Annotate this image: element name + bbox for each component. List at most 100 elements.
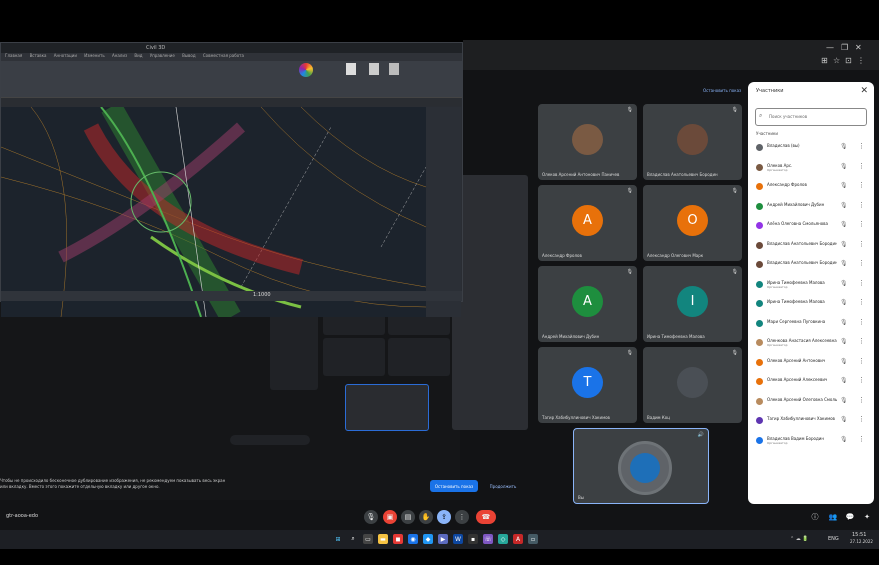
more-options-icon[interactable]: ⋮ bbox=[858, 220, 865, 228]
more-options-icon[interactable]: ⋮ bbox=[858, 318, 865, 326]
continue-button[interactable]: Продолжить bbox=[485, 480, 521, 492]
more-options-icon[interactable]: ⋮ bbox=[858, 435, 865, 443]
mic-off-icon[interactable]: 🎙 bbox=[840, 260, 848, 267]
start-icon[interactable]: ⊞ bbox=[333, 534, 343, 544]
more-options-icon[interactable]: ⋮ bbox=[455, 510, 469, 524]
participant-row[interactable]: Алёна Олеговна Смольянова 🎙 ⋮ bbox=[752, 218, 870, 233]
participant-tile[interactable]: Владислав Анатольевич Бородин 🎙 bbox=[643, 104, 742, 180]
participant-row[interactable]: Мари Сергеевна Пуговкина 🎙 ⋮ bbox=[752, 316, 870, 331]
star-icon[interactable]: ☆ bbox=[833, 56, 840, 65]
participant-row[interactable]: Тагир Хабибуллинович Хакимов 🎙 ⋮ bbox=[752, 413, 870, 428]
leave-call-icon[interactable]: ☎ bbox=[476, 510, 496, 524]
mic-off-icon[interactable]: 🎙 bbox=[840, 358, 848, 365]
clock-date[interactable]: 27.12.2022 bbox=[850, 539, 873, 544]
cad-menu-insert[interactable]: Вставка bbox=[30, 53, 47, 58]
cad-scale[interactable]: 1:1000 bbox=[253, 292, 271, 298]
more-options-icon[interactable]: ⋮ bbox=[858, 415, 865, 423]
mic-off-icon[interactable]: 🎙 bbox=[840, 241, 848, 248]
color-wheel-icon[interactable] bbox=[299, 63, 313, 77]
cad-menu-analyze[interactable]: Анализ bbox=[112, 53, 127, 58]
participant-row[interactable]: Владислав (вы) 🎙 ⋮ bbox=[752, 140, 870, 155]
participant-tile[interactable]: А Александр Фролов 🎙 bbox=[538, 185, 637, 261]
file-explorer-icon[interactable]: ▬ bbox=[378, 534, 388, 544]
participant-row[interactable]: Олеков Арсений Антонович 🎙 ⋮ bbox=[752, 355, 870, 370]
chrome-icon[interactable]: ◉ bbox=[408, 534, 418, 544]
participant-tile[interactable]: Олеков Арсений Антонович Паничев 🎙 bbox=[538, 104, 637, 180]
participant-tile[interactable]: О Александр Олегович Марк 🎙 bbox=[643, 185, 742, 261]
cad-menu-output[interactable]: Вывод bbox=[182, 53, 195, 58]
more-options-icon[interactable]: ⋮ bbox=[858, 162, 865, 170]
people-icon[interactable]: 👥 bbox=[826, 510, 840, 524]
participant-row[interactable]: Александр Фролов 🎙 ⋮ bbox=[752, 179, 870, 194]
participant-row[interactable]: Олеков Арсений Алексеевич 🎙 ⋮ bbox=[752, 374, 870, 389]
app-gray-icon[interactable]: ▫ bbox=[528, 534, 538, 544]
participant-row[interactable]: Ирина Тимофеевна Малова Организатор 🎙 ⋮ bbox=[752, 277, 870, 292]
participant-tile[interactable]: І Ирина Тимофеевна Малова 🎙 bbox=[643, 266, 742, 342]
cad-drawing-canvas[interactable] bbox=[1, 107, 426, 317]
stop-sharing-button[interactable]: Остановить показ bbox=[430, 480, 478, 492]
app-red-icon[interactable]: ◼ bbox=[393, 534, 403, 544]
language-indicator[interactable]: ENG bbox=[828, 536, 839, 542]
more-options-icon[interactable]: ⋮ bbox=[858, 259, 865, 267]
tray-icons[interactable]: ⌃ ☁ 🔋 bbox=[790, 536, 809, 542]
mic-off-icon[interactable]: 🎙 bbox=[840, 143, 848, 150]
cad-menu-modify[interactable]: Изменить bbox=[84, 53, 105, 58]
participant-row[interactable]: Ирина Тимофеевна Малова 🎙 ⋮ bbox=[752, 296, 870, 311]
close-icon[interactable]: ✕ bbox=[855, 43, 862, 52]
mic-off-icon[interactable]: 🎙 bbox=[840, 436, 848, 443]
more-options-icon[interactable]: ⋮ bbox=[858, 396, 865, 404]
more-options-icon[interactable]: ⋮ bbox=[858, 337, 865, 345]
stop-presenting-link[interactable]: Остановить показ bbox=[703, 88, 741, 93]
activities-icon[interactable]: ✦ bbox=[860, 510, 874, 524]
more-options-icon[interactable]: ⋮ bbox=[858, 240, 865, 248]
cad-menu-home[interactable]: Главная bbox=[5, 53, 22, 58]
app-teal-icon[interactable]: ◇ bbox=[498, 534, 508, 544]
participant-tile[interactable]: Т Тагир Хабибуллинович Хакимов 🎙 bbox=[538, 347, 637, 423]
captions-icon[interactable]: ▤ bbox=[401, 510, 415, 524]
more-options-icon[interactable]: ⋮ bbox=[858, 181, 865, 189]
more-options-icon[interactable]: ⋮ bbox=[858, 298, 865, 306]
app-blue-icon[interactable]: ◆ bbox=[423, 534, 433, 544]
cad-menu-annotate[interactable]: Аннотации bbox=[54, 53, 77, 58]
participant-row[interactable]: Оленкова Анастасия Алексеевна Организатор… bbox=[752, 335, 870, 350]
participant-tile[interactable]: Вадим Коц 🎙 bbox=[643, 347, 742, 423]
more-options-icon[interactable]: ⋮ bbox=[858, 142, 865, 150]
participant-tile[interactable]: А Андрей Михайлович Дубин 🎙 bbox=[538, 266, 637, 342]
restore-icon[interactable]: ❐ bbox=[841, 43, 848, 52]
mic-off-icon[interactable]: 🎙 bbox=[840, 299, 848, 306]
mic-off-icon[interactable]: 🎙 bbox=[840, 416, 848, 423]
mic-off-icon[interactable]: 🎙 bbox=[840, 280, 848, 287]
mic-off-icon[interactable]: 🎙 bbox=[840, 338, 848, 345]
microphone-icon[interactable]: 🎙 bbox=[364, 510, 378, 524]
close-panel-icon[interactable]: ✕ bbox=[860, 86, 868, 96]
more-options-icon[interactable]: ⋮ bbox=[858, 201, 865, 209]
mic-off-icon[interactable]: 🎙 bbox=[840, 319, 848, 326]
participant-row[interactable]: Олеков Арс. Организатор 🎙 ⋮ bbox=[752, 160, 870, 175]
cad-menu-collaborate[interactable]: Совместная работа bbox=[203, 53, 244, 58]
menu-dots-icon[interactable]: ⋮ bbox=[857, 56, 865, 65]
minimize-icon[interactable]: — bbox=[826, 43, 834, 52]
app-dark-icon[interactable]: ▪ bbox=[468, 534, 478, 544]
cad-window[interactable]: Civil 3D Главная Вставка Аннотации Измен… bbox=[0, 42, 463, 317]
participant-row[interactable]: Владислав Анатольевич Бородин 🎙 ⋮ bbox=[752, 238, 870, 253]
mic-off-icon[interactable]: 🎙 bbox=[840, 221, 848, 228]
mic-off-icon[interactable]: 🎙 bbox=[840, 397, 848, 404]
more-options-icon[interactable]: ⋮ bbox=[858, 376, 865, 384]
participant-row[interactable]: Андрей Михайлович Дубин 🎙 ⋮ bbox=[752, 199, 870, 214]
clock-time[interactable]: 15:51 bbox=[852, 532, 866, 538]
mic-off-icon[interactable]: 🎙 bbox=[840, 163, 848, 170]
extension-icon[interactable]: ⊞ bbox=[821, 56, 828, 65]
participant-row[interactable]: Владислав Вадим Бородин Организатор 🎙 ⋮ bbox=[752, 433, 870, 448]
mic-off-icon[interactable]: 🎙 bbox=[840, 182, 848, 189]
self-tile[interactable]: Вы 🔊 bbox=[573, 428, 709, 504]
calculator-icon[interactable] bbox=[346, 63, 356, 75]
puzzle-icon[interactable]: ⊡ bbox=[845, 56, 852, 65]
raise-hand-icon[interactable]: ✋ bbox=[419, 510, 433, 524]
cad-ribbon[interactable] bbox=[1, 61, 462, 98]
camera-off-icon[interactable]: ▣ bbox=[383, 510, 397, 524]
autocad-icon[interactable]: A bbox=[513, 534, 523, 544]
cad-document-tabs[interactable] bbox=[1, 98, 462, 106]
more-options-icon[interactable]: ⋮ bbox=[858, 357, 865, 365]
word-icon[interactable]: W bbox=[453, 534, 463, 544]
viber-icon[interactable]: ☏ bbox=[483, 534, 493, 544]
